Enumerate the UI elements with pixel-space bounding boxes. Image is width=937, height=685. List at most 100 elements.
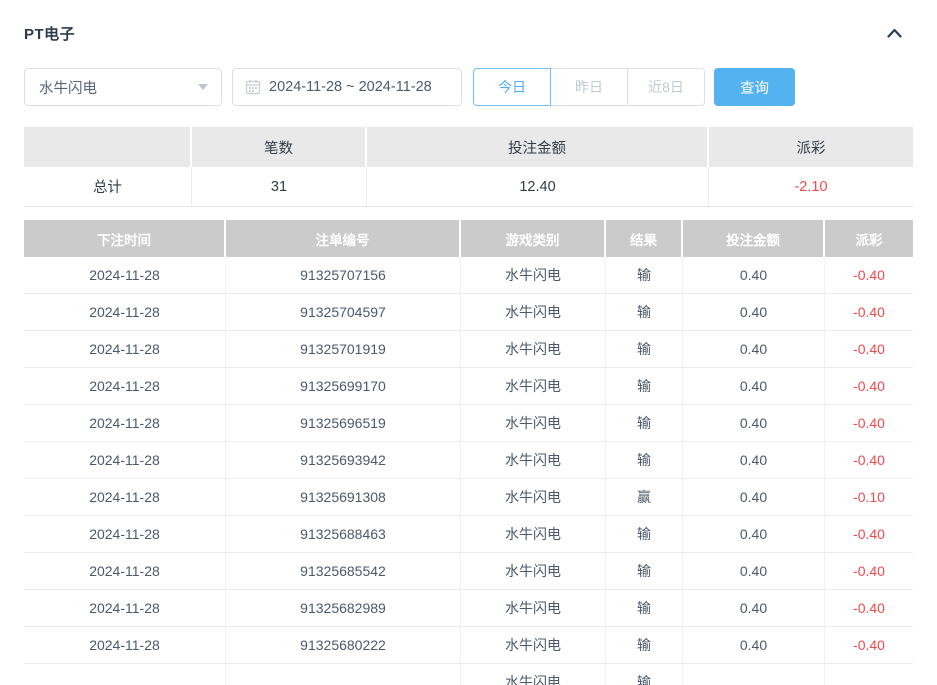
order-id-cell: 91325704597	[226, 294, 461, 331]
summary-header-count: 笔数	[192, 127, 367, 167]
result-cell: 输	[606, 442, 683, 479]
header-bet-amount: 投注金额	[683, 220, 825, 257]
result-cell: 输	[606, 294, 683, 331]
payout-cell: -0.40	[825, 516, 913, 553]
header-order-id: 注单编号	[226, 220, 461, 257]
game-select-value: 水牛闪电	[39, 77, 97, 98]
order-id-cell: 91325688463	[226, 516, 461, 553]
payout-cell: -0.40	[825, 553, 913, 590]
calendar-icon	[245, 79, 261, 95]
result-cell: 输	[606, 664, 683, 685]
summary-header-empty	[24, 127, 192, 167]
table-row: 2024-11-2891325685542水牛闪电输0.40-0.40	[24, 553, 913, 590]
bet-time-cell	[24, 664, 226, 685]
bet-time-cell: 2024-11-28	[24, 590, 226, 627]
bet-amount-cell: 0.40	[683, 257, 825, 294]
summary-total-row: 总计 31 12.40 -2.10	[24, 167, 913, 207]
order-id-cell: 91325699170	[226, 368, 461, 405]
bet-amount-cell: 0.40	[683, 294, 825, 331]
summary-bet-amount-value: 12.40	[367, 167, 709, 207]
game-type-cell: 水牛闪电	[461, 516, 606, 553]
result-cell: 输	[606, 516, 683, 553]
table-row: 2024-11-2891325699170水牛闪电输0.40-0.40	[24, 368, 913, 405]
panel-header: PT电子	[24, 22, 913, 44]
bet-time-cell: 2024-11-28	[24, 442, 226, 479]
header-payout: 派彩	[825, 220, 913, 257]
game-type-cell: 水牛闪电	[461, 405, 606, 442]
game-type-cell: 水牛闪电	[461, 627, 606, 664]
today-button[interactable]: 今日	[473, 68, 551, 106]
bet-time-cell: 2024-11-28	[24, 516, 226, 553]
table-row: 2024-11-2891325688463水牛闪电输0.40-0.40	[24, 516, 913, 553]
summary-total-label: 总计	[24, 167, 192, 207]
order-id-cell: 91325696519	[226, 405, 461, 442]
order-id-cell: 91325701919	[226, 331, 461, 368]
chevron-up-icon	[886, 27, 903, 39]
game-type-cell: 水牛闪电	[461, 294, 606, 331]
payout-cell: -0.40	[825, 590, 913, 627]
filter-bar: 水牛闪电 2024-11-28 ~ 2024-11-28 今日 昨日 近8日 查…	[24, 68, 913, 106]
table-row: 2024-11-2891325691308水牛闪电赢0.40-0.10	[24, 479, 913, 516]
bet-amount-cell: 0.40	[683, 331, 825, 368]
payout-cell: -0.40	[825, 368, 913, 405]
order-id-cell: 91325680222	[226, 627, 461, 664]
bet-time-cell: 2024-11-28	[24, 368, 226, 405]
game-type-cell: 水牛闪电	[461, 590, 606, 627]
order-id-cell: 91325685542	[226, 553, 461, 590]
bet-amount-cell: 0.40	[683, 405, 825, 442]
summary-table: 笔数 投注金额 派彩 总计 31 12.40 -2.10	[24, 127, 913, 207]
summary-header-payout: 派彩	[709, 127, 913, 167]
page-title: PT电子	[24, 23, 75, 44]
order-id-cell: 91325691308	[226, 479, 461, 516]
collapse-panel-button[interactable]	[883, 22, 905, 44]
order-id-cell: 91325682989	[226, 590, 461, 627]
bet-time-cell: 2024-11-28	[24, 627, 226, 664]
payout-cell: -0.40	[825, 331, 913, 368]
bet-amount-cell: 0.40	[683, 368, 825, 405]
table-row: 2024-11-2891325696519水牛闪电输0.40-0.40	[24, 405, 913, 442]
date-range-value: 2024-11-28 ~ 2024-11-28	[269, 79, 432, 95]
bet-amount-cell: 0.40	[683, 479, 825, 516]
game-select[interactable]: 水牛闪电	[24, 68, 222, 106]
table-row: 2024-11-2891325707156水牛闪电输0.40-0.40	[24, 257, 913, 294]
result-cell: 输	[606, 368, 683, 405]
result-cell: 输	[606, 331, 683, 368]
table-row: 2024-11-2891325682989水牛闪电输0.40-0.40	[24, 590, 913, 627]
table-row: 2024-11-2891325680222水牛闪电输0.40-0.40	[24, 627, 913, 664]
pt-electronic-panel: PT电子 水牛闪电 2024-11-28 ~ 2024-11-28 今日 昨日 …	[0, 0, 937, 685]
header-result: 结果	[606, 220, 683, 257]
game-type-cell: 水牛闪电	[461, 442, 606, 479]
bet-amount-cell	[683, 664, 825, 685]
result-cell: 赢	[606, 479, 683, 516]
date-range-input[interactable]: 2024-11-28 ~ 2024-11-28	[232, 68, 462, 106]
bets-header-row: 下注时间 注单编号 游戏类别 结果 投注金额 派彩	[24, 220, 913, 257]
payout-cell: -0.40	[825, 442, 913, 479]
table-row: 2024-11-2891325704597水牛闪电输0.40-0.40	[24, 294, 913, 331]
payout-cell: -0.10	[825, 479, 913, 516]
bet-time-cell: 2024-11-28	[24, 257, 226, 294]
game-type-cell: 水牛闪电	[461, 331, 606, 368]
order-id-cell: 91325693942	[226, 442, 461, 479]
summary-payout-value: -2.10	[709, 167, 913, 207]
game-type-cell: 水牛闪电	[461, 553, 606, 590]
header-bet-time: 下注时间	[24, 220, 226, 257]
bet-time-cell: 2024-11-28	[24, 479, 226, 516]
result-cell: 输	[606, 405, 683, 442]
table-row: 2024-11-2891325693942水牛闪电输0.40-0.40	[24, 442, 913, 479]
yesterday-button[interactable]: 昨日	[550, 68, 628, 106]
bets-table-body: 2024-11-2891325707156水牛闪电输0.40-0.402024-…	[24, 257, 913, 685]
bet-time-cell: 2024-11-28	[24, 331, 226, 368]
summary-header-bet-amount: 投注金额	[367, 127, 709, 167]
bet-amount-cell: 0.40	[683, 553, 825, 590]
bet-amount-cell: 0.40	[683, 627, 825, 664]
result-cell: 输	[606, 553, 683, 590]
game-type-cell: 水牛闪电	[461, 479, 606, 516]
summary-count-value: 31	[192, 167, 367, 207]
bet-time-cell: 2024-11-28	[24, 294, 226, 331]
bet-time-cell: 2024-11-28	[24, 405, 226, 442]
payout-cell: -0.40	[825, 627, 913, 664]
game-type-cell: 水牛闪电	[461, 257, 606, 294]
last-8-days-button[interactable]: 近8日	[627, 68, 705, 106]
table-row: 水牛闪电输	[24, 664, 913, 685]
query-button[interactable]: 查询	[714, 68, 795, 106]
